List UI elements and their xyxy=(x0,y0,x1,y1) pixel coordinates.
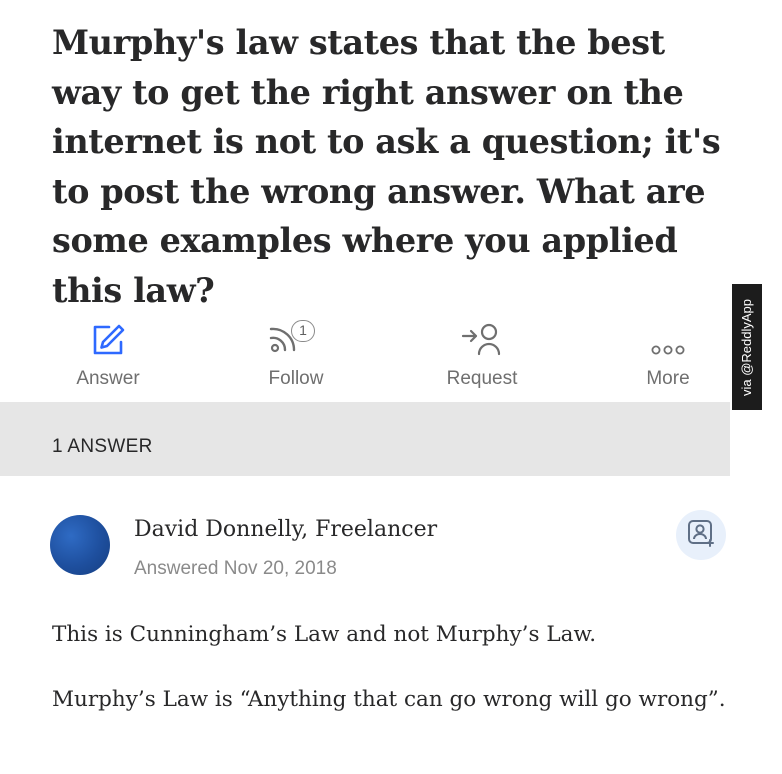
question-title: Murphy's law states that the best way to… xyxy=(52,23,721,310)
author-name[interactable]: David Donnelly, Freelancer xyxy=(134,517,437,542)
follow-label: Follow xyxy=(268,368,324,389)
add-person-icon xyxy=(459,318,505,358)
answer-date: Answered Nov 20, 2018 xyxy=(134,558,337,579)
follow-button[interactable]: 1 Follow xyxy=(226,318,366,400)
more-button[interactable]: More xyxy=(598,318,738,400)
answer-paragraph: This is Cunningham’s Law and not Murphy’… xyxy=(52,622,597,647)
follow-author-button[interactable] xyxy=(676,510,726,560)
answers-count-label: 1 ANSWER xyxy=(52,436,153,457)
answer-paragraph: Murphy’s Law is “Anything that can go wr… xyxy=(52,687,726,712)
rss-icon: 1 xyxy=(261,318,331,358)
request-button[interactable]: Request xyxy=(412,318,552,400)
watermark-text: via @ReddlyApp xyxy=(739,298,755,396)
answer-button[interactable]: Answer xyxy=(38,318,178,400)
request-label: Request xyxy=(446,368,518,389)
follow-count-badge: 1 xyxy=(291,320,315,342)
answer-label: Answer xyxy=(76,368,140,389)
ellipsis-icon xyxy=(647,318,689,358)
answers-count-header: 1 ANSWER xyxy=(0,402,730,476)
watermark: via @ReddlyApp xyxy=(732,284,762,410)
question-action-bar: Answer 1 Follow Request More xyxy=(0,318,740,400)
person-add-icon xyxy=(686,518,716,553)
avatar[interactable] xyxy=(50,515,110,575)
more-label: More xyxy=(646,368,690,389)
pencil-square-icon xyxy=(89,318,127,358)
